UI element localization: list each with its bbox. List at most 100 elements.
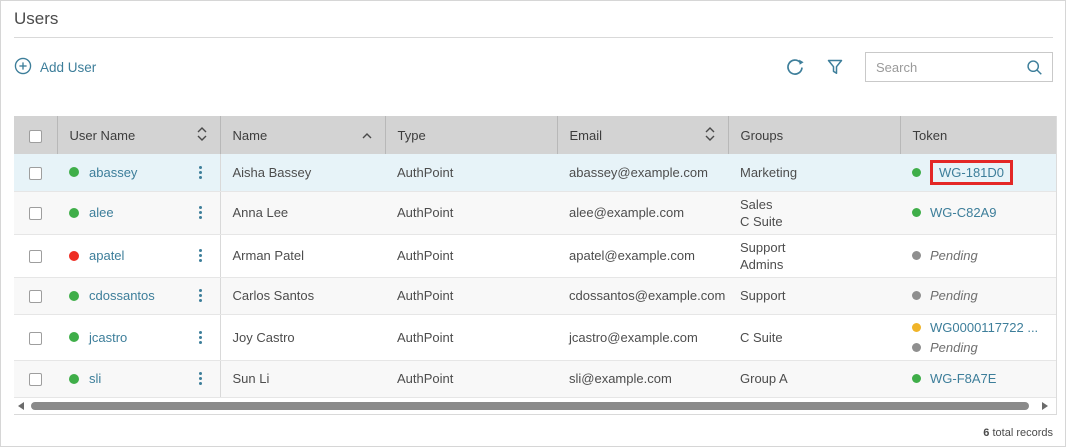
username-link[interactable]: apatel: [89, 248, 124, 263]
token-link[interactable]: WG-181D0: [939, 165, 1004, 180]
row-menu-icon[interactable]: [195, 164, 206, 181]
table-row[interactable]: abassey Aisha Bassey AuthPoint abassey@e…: [14, 154, 1056, 191]
column-label: Token: [913, 128, 948, 143]
email-cell: abassey@example.com: [557, 154, 728, 191]
user-status-dot: [69, 208, 79, 218]
column-label: User Name: [70, 128, 136, 143]
row-checkbox[interactable]: [29, 373, 42, 386]
table-row[interactable]: alee Anna Lee AuthPoint alee@example.com…: [14, 191, 1056, 234]
type-cell: AuthPoint: [385, 314, 557, 360]
select-all-checkbox[interactable]: [29, 130, 42, 143]
email-cell: jcastro@example.com: [557, 314, 728, 360]
users-table: User Name Name Type Email Groups Token a…: [14, 116, 1057, 415]
column-header-name[interactable]: Name: [220, 116, 385, 154]
table-row[interactable]: apatel Arman Patel AuthPoint apatel@exam…: [14, 234, 1056, 277]
filter-icon[interactable]: [825, 57, 845, 77]
row-menu-icon[interactable]: [195, 329, 206, 346]
column-header-token[interactable]: Token: [900, 116, 1056, 154]
token-cell: Pending: [900, 234, 1056, 277]
name-cell: Joy Castro: [220, 314, 385, 360]
sort-both-icon: [196, 126, 208, 145]
token-status-dot: [912, 374, 921, 383]
row-menu-icon[interactable]: [195, 204, 206, 221]
row-menu-icon[interactable]: [195, 370, 206, 387]
token-pending-label: Pending: [930, 247, 978, 264]
table-row[interactable]: sli Sun Li AuthPoint sli@example.com Gro…: [14, 360, 1056, 397]
email-cell: sli@example.com: [557, 360, 728, 397]
token-cell: WG0000117722 ... Pending: [900, 314, 1056, 360]
token-status-dot: [912, 208, 921, 217]
scroll-right-arrow-icon[interactable]: [1042, 402, 1048, 410]
token-pending-label: Pending: [930, 287, 978, 304]
sort-both-icon: [704, 126, 716, 145]
groups-cell: C Suite: [728, 314, 900, 360]
name-cell: Anna Lee: [220, 191, 385, 234]
email-cell: apatel@example.com: [557, 234, 728, 277]
row-menu-icon[interactable]: [195, 247, 206, 264]
token-status-dot: [912, 168, 921, 177]
username-link[interactable]: jcastro: [89, 330, 127, 345]
name-cell: Carlos Santos: [220, 277, 385, 314]
scroll-left-arrow-icon[interactable]: [18, 402, 24, 410]
name-cell: Aisha Bassey: [220, 154, 385, 191]
email-cell: alee@example.com: [557, 191, 728, 234]
type-cell: AuthPoint: [385, 154, 557, 191]
groups-cell: Group A: [728, 360, 900, 397]
search-box: [865, 52, 1053, 82]
row-checkbox[interactable]: [29, 167, 42, 180]
column-header-groups[interactable]: Groups: [728, 116, 900, 154]
column-header-type[interactable]: Type: [385, 116, 557, 154]
row-menu-icon[interactable]: [195, 287, 206, 304]
token-status-dot: [912, 251, 921, 260]
scrollbar-thumb[interactable]: [31, 402, 1029, 410]
username-link[interactable]: abassey: [89, 165, 137, 180]
token-cell: WG-F8A7E: [900, 360, 1056, 397]
horizontal-scrollbar[interactable]: [14, 399, 1056, 413]
token-link[interactable]: WG0000117722 ...: [930, 319, 1038, 336]
row-checkbox[interactable]: [29, 290, 42, 303]
row-checkbox[interactable]: [29, 207, 42, 220]
token-cell: WG-181D0: [900, 154, 1056, 191]
total-records: 6 total records: [14, 427, 1053, 439]
token-pending-label: Pending: [930, 339, 978, 356]
column-label: Groups: [741, 128, 784, 143]
add-user-button[interactable]: Add User: [14, 57, 96, 78]
page-title: Users: [14, 9, 1053, 38]
type-cell: AuthPoint: [385, 360, 557, 397]
user-status-dot: [69, 332, 79, 342]
column-header-user-name[interactable]: User Name: [57, 116, 220, 154]
row-checkbox[interactable]: [29, 250, 42, 263]
annotation-box: WG-181D0: [930, 160, 1013, 185]
groups-cell: SupportAdmins: [728, 234, 900, 277]
username-link[interactable]: alee: [89, 205, 114, 220]
user-status-dot: [69, 167, 79, 177]
toolbar: Add User: [14, 52, 1053, 82]
groups-cell: SalesC Suite: [728, 191, 900, 234]
token-cell: WG-C82A9: [900, 191, 1056, 234]
type-cell: AuthPoint: [385, 191, 557, 234]
user-status-dot: [69, 251, 79, 261]
token-cell: Pending: [900, 277, 1056, 314]
user-status-dot: [69, 374, 79, 384]
search-input[interactable]: [866, 53, 1052, 81]
search-icon[interactable]: [1026, 59, 1044, 82]
username-link[interactable]: cdossantos: [89, 288, 155, 303]
column-label: Type: [398, 128, 426, 143]
token-link[interactable]: WG-F8A7E: [930, 370, 996, 387]
groups-cell: Support: [728, 277, 900, 314]
refresh-icon[interactable]: [785, 57, 805, 77]
name-cell: Arman Patel: [220, 234, 385, 277]
total-records-count: 6: [983, 427, 989, 439]
table-row[interactable]: jcastro Joy Castro AuthPoint jcastro@exa…: [14, 314, 1056, 360]
token-link[interactable]: WG-C82A9: [930, 204, 996, 221]
token-status-dot: [912, 343, 921, 352]
name-cell: Sun Li: [220, 360, 385, 397]
token-status-dot: [912, 323, 921, 332]
column-header-email[interactable]: Email: [557, 116, 728, 154]
type-cell: AuthPoint: [385, 234, 557, 277]
column-label: Name: [233, 128, 268, 143]
user-status-dot: [69, 291, 79, 301]
table-row[interactable]: cdossantos Carlos Santos AuthPoint cdoss…: [14, 277, 1056, 314]
row-checkbox[interactable]: [29, 332, 42, 345]
username-link[interactable]: sli: [89, 371, 101, 386]
